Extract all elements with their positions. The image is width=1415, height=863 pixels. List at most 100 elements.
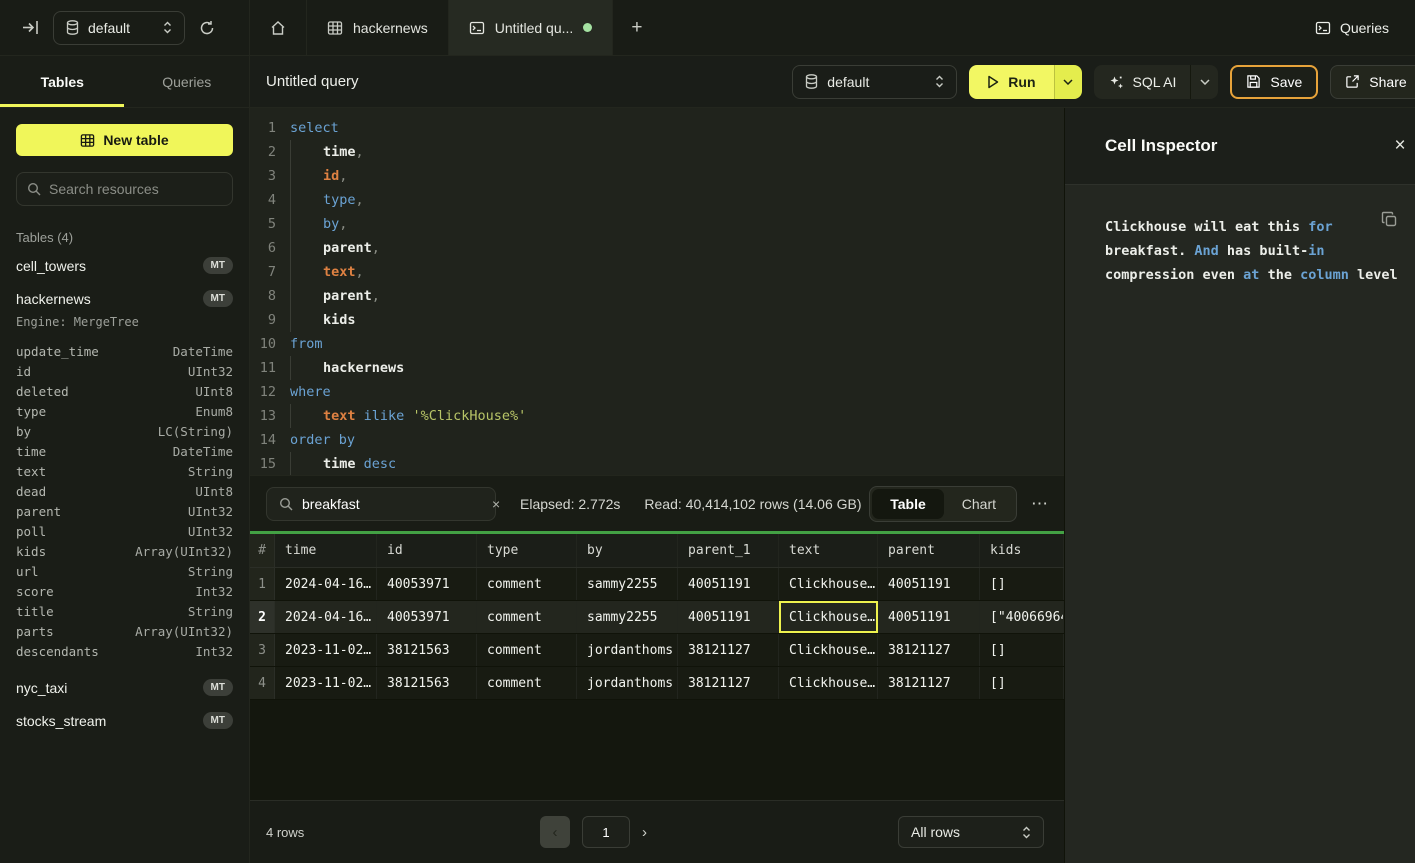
sql-editor[interactable]: 1select2time,3id,4type,5by,6parent,7text… [250, 108, 1064, 476]
sql-ai-button-group: SQL AI [1094, 65, 1219, 99]
previous-page-button[interactable]: ‹ [540, 816, 570, 848]
run-options-button[interactable] [1054, 65, 1082, 99]
search-resources-input[interactable] [49, 181, 209, 197]
page-number-input[interactable] [582, 816, 630, 848]
column-header-#[interactable]: # [250, 534, 275, 567]
table-cell[interactable]: 40053971 [377, 601, 477, 633]
table-cell[interactable]: 38121563 [377, 634, 477, 666]
queries-shortcut[interactable]: Queries [1315, 0, 1415, 55]
line-number: 3 [250, 164, 276, 188]
column-type: Int32 [195, 644, 233, 659]
table-cell[interactable]: Clickhouse… [779, 601, 878, 633]
table-cell[interactable]: 2024-04-16… [275, 568, 377, 600]
sidebar-tab-tables[interactable]: Tables [0, 56, 125, 107]
run-button[interactable]: Run [969, 65, 1053, 99]
column-header-time[interactable]: time [275, 534, 377, 567]
column-type: String [188, 464, 233, 479]
table-cell[interactable]: comment [477, 634, 577, 666]
query-database-selector[interactable]: default [792, 65, 957, 99]
table-cell[interactable]: ["40066964… [980, 601, 1064, 633]
table-cell[interactable]: sammy2255 [577, 601, 678, 633]
table-cell[interactable]: 40053971 [377, 568, 477, 600]
tab-label: hackernews [353, 20, 428, 36]
table-cell[interactable]: 40051191 [678, 601, 779, 633]
table-cell[interactable]: 38121127 [678, 634, 779, 666]
collapse-sidebar-icon[interactable] [22, 20, 39, 35]
new-tab-button[interactable]: + [613, 0, 660, 55]
column-name: time [16, 444, 46, 459]
results-search-input[interactable] [302, 496, 483, 512]
table-name: hackernews [16, 291, 91, 307]
tab-home[interactable] [250, 0, 307, 55]
tab-untitled-query[interactable]: Untitled qu... [449, 0, 614, 55]
more-options-icon[interactable]: ⋯ [1031, 494, 1048, 514]
share-button[interactable]: Share [1330, 65, 1415, 99]
code-line: 8parent, [250, 284, 1064, 308]
save-button[interactable]: Save [1230, 65, 1318, 99]
results-search[interactable]: × [266, 487, 496, 521]
sidebar-tab-queries[interactable]: Queries [125, 56, 250, 107]
table-row[interactable]: 12024-04-16…40053971commentsammy22554005… [250, 568, 1064, 601]
clear-search-icon[interactable]: × [492, 496, 500, 512]
column-header-type[interactable]: type [477, 534, 577, 567]
table-cell[interactable]: jordanthoms [577, 667, 678, 699]
table-cell[interactable]: sammy2255 [577, 568, 678, 600]
table-row[interactable]: 22024-04-16…40053971commentsammy22554005… [250, 601, 1064, 634]
sql-ai-button[interactable]: SQL AI [1094, 65, 1191, 99]
table-item-hackernews[interactable]: hackernewsMT [0, 282, 249, 315]
table-cell[interactable]: 2023-11-02… [275, 634, 377, 666]
table-item-nyc_taxi[interactable]: nyc_taxiMT [0, 671, 249, 704]
table-cell[interactable]: 40051191 [878, 601, 980, 633]
table-cell[interactable]: 40051191 [678, 568, 779, 600]
column-header-parent_1[interactable]: parent_1 [678, 534, 779, 567]
sidebar-search[interactable] [16, 172, 233, 206]
save-label: Save [1270, 74, 1302, 90]
table-cell[interactable]: jordanthoms [577, 634, 678, 666]
refresh-icon[interactable] [199, 20, 215, 36]
table-cell[interactable]: 38121127 [878, 667, 980, 699]
table-cell[interactable]: Clickhouse… [779, 568, 878, 600]
new-table-button[interactable]: New table [16, 124, 233, 156]
table-cell[interactable]: comment [477, 568, 577, 600]
tab-hackernews[interactable]: hackernews [307, 0, 449, 55]
table-cell[interactable]: [] [980, 568, 1064, 600]
table-cell[interactable]: 38121127 [678, 667, 779, 699]
next-page-button[interactable]: › [642, 824, 647, 841]
database-selector[interactable]: default [53, 11, 185, 45]
elapsed-stat: Elapsed: 2.772s [520, 496, 620, 512]
table-row[interactable]: 42023-11-02…38121563commentjordanthoms38… [250, 667, 1064, 700]
table-cell[interactable]: 38121127 [878, 634, 980, 666]
column-header-parent[interactable]: parent [878, 534, 980, 567]
topbar: default hackernews [0, 0, 1415, 56]
table-item-cell_towers[interactable]: cell_towersMT [0, 249, 249, 282]
results-table-body: 12024-04-16…40053971commentsammy22554005… [250, 568, 1064, 700]
pagination: ‹ › [540, 816, 647, 848]
table-cell[interactable]: [] [980, 667, 1064, 699]
copy-icon[interactable] [1381, 211, 1398, 228]
table-item-stocks_stream[interactable]: stocks_streamMT [0, 704, 249, 737]
view-toggle-chart[interactable]: Chart [944, 489, 1014, 519]
table-cell[interactable]: 40051191 [878, 568, 980, 600]
sql-ai-options-button[interactable] [1190, 65, 1218, 99]
table-cell[interactable]: 2023-11-02… [275, 667, 377, 699]
code-content: from [276, 332, 323, 356]
column-header-by[interactable]: by [577, 534, 678, 567]
table-cell[interactable]: Clickhouse… [779, 634, 878, 666]
row-number: 4 [250, 667, 275, 699]
table-cell[interactable]: Clickhouse… [779, 667, 878, 699]
column-item: titleString [16, 601, 233, 621]
table-cell[interactable]: 38121563 [377, 667, 477, 699]
code-content: text, [276, 260, 364, 284]
close-icon[interactable]: × [1395, 135, 1406, 157]
column-header-id[interactable]: id [377, 534, 477, 567]
table-cell[interactable]: 2024-04-16… [275, 601, 377, 633]
table-cell[interactable]: comment [477, 601, 577, 633]
view-toggle-table[interactable]: Table [872, 489, 944, 519]
page-size-selector[interactable]: All rows [898, 816, 1044, 848]
table-row[interactable]: 32023-11-02…38121563commentjordanthoms38… [250, 634, 1064, 667]
column-header-text[interactable]: text [779, 534, 878, 567]
engine-label: Engine: MergeTree [0, 315, 249, 337]
table-cell[interactable]: [] [980, 634, 1064, 666]
table-cell[interactable]: comment [477, 667, 577, 699]
column-header-kids[interactable]: kids [980, 534, 1064, 567]
